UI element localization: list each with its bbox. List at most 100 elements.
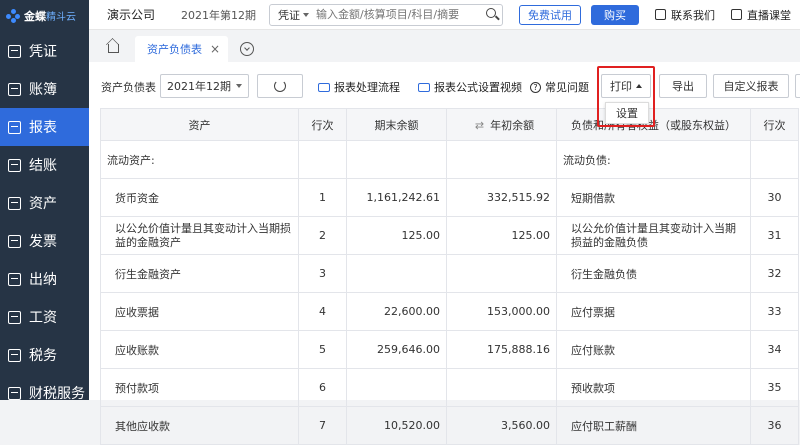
sidebar-item-4[interactable]: 资产: [0, 184, 89, 222]
liability-name-cell: 应付账款: [557, 331, 751, 369]
chevron-up-icon: [636, 84, 642, 88]
buy-button[interactable]: 购买: [591, 5, 639, 25]
sidebar-item-7[interactable]: 工资: [0, 298, 89, 336]
liability-line-no-cell: 34: [751, 331, 799, 369]
tab-menu-icon[interactable]: [240, 42, 254, 56]
report-toolbar: 资产负债表 2021年12期 报表处理流程 报表公式设置视频 ?常见问题 打印 …: [89, 72, 800, 100]
brand-logo[interactable]: 金蝶精斗云: [0, 0, 89, 32]
end-balance-cell[interactable]: [347, 141, 447, 179]
end-balance-cell[interactable]: 259,646.00: [347, 331, 447, 369]
liability-name-cell: 以公允价值计量且其变动计入当期损益的金融负债: [557, 217, 751, 255]
faq-link[interactable]: ?常见问题: [530, 79, 589, 95]
begin-balance-cell[interactable]: 153,000.00: [447, 293, 557, 331]
search-type-select[interactable]: 凭证: [270, 7, 316, 23]
begin-balance-cell[interactable]: 332,515.92: [447, 179, 557, 217]
liability-line-no-cell: 30: [751, 179, 799, 217]
header-asset: 资产: [101, 109, 299, 141]
brand-name: 金蝶: [24, 10, 46, 23]
end-balance-cell[interactable]: [347, 369, 447, 407]
asset-name-cell: 货币资金: [101, 179, 299, 217]
line-no-cell: 5: [299, 331, 347, 369]
tax-service-icon: [8, 387, 21, 400]
sidebar-item-1[interactable]: 账簿: [0, 70, 89, 108]
video-icon: [318, 83, 330, 92]
print-settings-option[interactable]: 设置: [605, 102, 649, 124]
line-no-cell: 7: [299, 407, 347, 445]
asset-name-cell: 应收账款: [101, 331, 299, 369]
liability-line-no-cell: [751, 141, 799, 179]
line-no-cell: 2: [299, 217, 347, 255]
line-no-cell: [299, 141, 347, 179]
company-name[interactable]: 演示公司: [89, 6, 181, 23]
sidebar-item-label: 发票: [29, 231, 57, 251]
sidebar-item-0[interactable]: 凭证: [0, 32, 89, 70]
begin-balance-cell[interactable]: 3,560.00: [447, 407, 557, 445]
swap-columns-icon[interactable]: ⇄: [475, 119, 484, 132]
liability-name-cell: 衍生金融负债: [557, 255, 751, 293]
sidebar-item-2[interactable]: 报表: [0, 108, 89, 146]
more-button[interactable]: [795, 74, 800, 98]
end-balance-cell[interactable]: 125.00: [347, 217, 447, 255]
report-flow-link[interactable]: 报表处理流程: [318, 79, 400, 95]
brand-sub: 精斗云: [46, 12, 76, 23]
search-input[interactable]: [316, 8, 482, 21]
sidebar-item-label: 税务: [29, 345, 57, 365]
sidebar-item-5[interactable]: 发票: [0, 222, 89, 260]
liability-name-cell: 流动负债:: [557, 141, 751, 179]
end-balance-cell[interactable]: 22,600.00: [347, 293, 447, 331]
sidebar-item-label: 报表: [29, 117, 57, 137]
sidebar-item-8[interactable]: 税务: [0, 336, 89, 374]
line-no-cell: 3: [299, 255, 347, 293]
asset-name-cell: 流动资产:: [101, 141, 299, 179]
sidebar-item-9[interactable]: 财税服务: [0, 374, 89, 412]
close-icon[interactable]: ×: [210, 42, 220, 56]
refresh-icon: [274, 80, 286, 92]
voucher-icon: [8, 45, 21, 58]
table-row: 其他应收款710,520.003,560.00应付职工薪酬36: [101, 407, 799, 445]
contact-us-link[interactable]: 联系我们: [655, 7, 715, 23]
sidebar-item-3[interactable]: 结账: [0, 146, 89, 184]
end-balance-cell[interactable]: [347, 255, 447, 293]
tab-balance-sheet[interactable]: 资产负债表 ×: [135, 36, 228, 62]
end-balance-cell[interactable]: 10,520.00: [347, 407, 447, 445]
live-class-link[interactable]: 直播课堂: [731, 7, 791, 23]
sidebar-item-label: 财税服务: [29, 383, 85, 403]
header-end-balance: 期末余额: [347, 109, 447, 141]
begin-balance-cell[interactable]: [447, 369, 557, 407]
table-row: 预付款项6预收款项35: [101, 369, 799, 407]
line-no-cell: 6: [299, 369, 347, 407]
refresh-button[interactable]: [257, 74, 303, 98]
cashier-icon: [8, 273, 21, 286]
end-balance-cell[interactable]: 1,161,242.61: [347, 179, 447, 217]
home-tab[interactable]: [101, 34, 125, 58]
sidebar-item-label: 凭证: [29, 41, 57, 61]
begin-balance-cell[interactable]: 125.00: [447, 217, 557, 255]
begin-balance-cell[interactable]: 175,888.16: [447, 331, 557, 369]
search-icon[interactable]: [482, 5, 502, 25]
print-button[interactable]: 打印: [601, 74, 651, 98]
header-line-no-2: 行次: [751, 109, 799, 141]
asset-name-cell: 预付款项: [101, 369, 299, 407]
table-row: 以公允价值计量且其变动计入当期损益的金融资产2125.00125.00以公允价值…: [101, 217, 799, 255]
period-select[interactable]: 2021年12期: [160, 74, 249, 98]
sidebar-item-6[interactable]: 出纳: [0, 260, 89, 298]
formula-video-link[interactable]: 报表公式设置视频: [418, 79, 522, 95]
table-header: 资产 行次 期末余额 ⇄年初余额 负债和所有者权益（或股东权益） 行次: [101, 109, 799, 141]
liability-line-no-cell: 32: [751, 255, 799, 293]
sidebar: 金蝶精斗云 凭证账簿报表结账资产发票出纳工资税务财税服务: [0, 0, 89, 400]
custom-report-button[interactable]: 自定义报表: [713, 74, 789, 98]
balance-sheet-table: 资产 行次 期末余额 ⇄年初余额 负债和所有者权益（或股东权益） 行次 流动资产…: [100, 108, 799, 445]
liability-line-no-cell: 31: [751, 217, 799, 255]
help-icon: ?: [530, 82, 541, 93]
free-trial-button[interactable]: 免费试用: [519, 5, 581, 25]
chevron-down-icon: [236, 84, 242, 88]
kingdee-logo-icon: [6, 9, 20, 23]
begin-balance-cell[interactable]: [447, 255, 557, 293]
export-button[interactable]: 导出: [659, 74, 707, 98]
sidebar-item-label: 工资: [29, 307, 57, 327]
asset-icon: [8, 197, 21, 210]
begin-balance-cell[interactable]: [447, 141, 557, 179]
sidebar-item-label: 出纳: [29, 269, 57, 289]
closing-icon: [8, 159, 21, 172]
salary-icon: [8, 311, 21, 324]
